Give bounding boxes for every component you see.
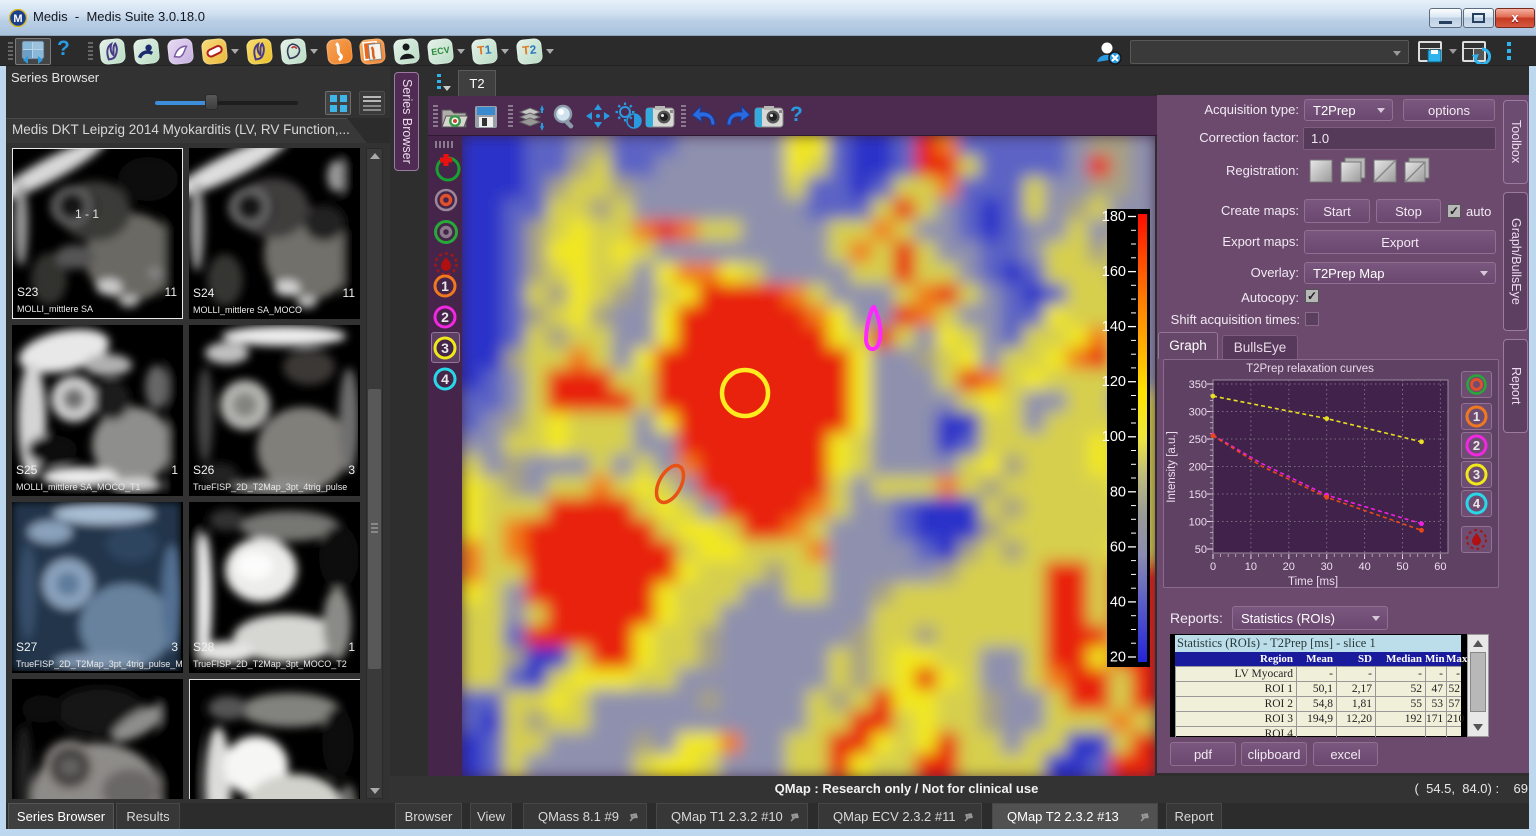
svg-text:30: 30 xyxy=(1321,561,1333,573)
svg-text:40: 40 xyxy=(1110,594,1126,610)
svg-text:3: 3 xyxy=(441,340,449,356)
svg-text:140: 140 xyxy=(1102,319,1126,335)
svg-text:3: 3 xyxy=(1473,467,1480,482)
svg-text:150: 150 xyxy=(1189,489,1207,501)
svg-text:300: 300 xyxy=(1189,407,1207,419)
svg-text:M: M xyxy=(13,13,22,25)
svg-text:10: 10 xyxy=(1245,561,1257,573)
svg-text:4: 4 xyxy=(1473,496,1481,511)
svg-text:0: 0 xyxy=(1210,561,1216,573)
svg-text:2: 2 xyxy=(441,309,449,325)
svg-text:200: 200 xyxy=(1189,462,1207,474)
svg-text:160: 160 xyxy=(1102,264,1126,280)
svg-text:20: 20 xyxy=(1283,561,1295,573)
svg-text:1: 1 xyxy=(441,278,449,294)
svg-text:50: 50 xyxy=(1396,561,1408,573)
svg-text:Intensity [a.u.]: Intensity [a.u.] xyxy=(1166,431,1178,503)
svg-text:350: 350 xyxy=(1189,379,1207,391)
svg-text:1: 1 xyxy=(1473,409,1480,424)
svg-text:80: 80 xyxy=(1110,484,1126,500)
svg-text:100: 100 xyxy=(1189,517,1207,529)
svg-text:Time [ms]: Time [ms] xyxy=(1288,576,1338,588)
svg-text:100: 100 xyxy=(1102,429,1126,445)
svg-text:2: 2 xyxy=(1473,438,1480,453)
svg-text:60: 60 xyxy=(1434,561,1446,573)
svg-text:180: 180 xyxy=(1102,209,1126,225)
svg-text:60: 60 xyxy=(1110,539,1126,555)
svg-text:T2Prep relaxation curves: T2Prep relaxation curves xyxy=(1246,363,1374,375)
svg-text:20: 20 xyxy=(1110,650,1126,666)
svg-text:250: 250 xyxy=(1189,434,1207,446)
svg-text:4: 4 xyxy=(441,371,449,387)
svg-text:120: 120 xyxy=(1102,374,1126,390)
svg-text:50: 50 xyxy=(1195,544,1207,556)
svg-text:40: 40 xyxy=(1358,561,1370,573)
